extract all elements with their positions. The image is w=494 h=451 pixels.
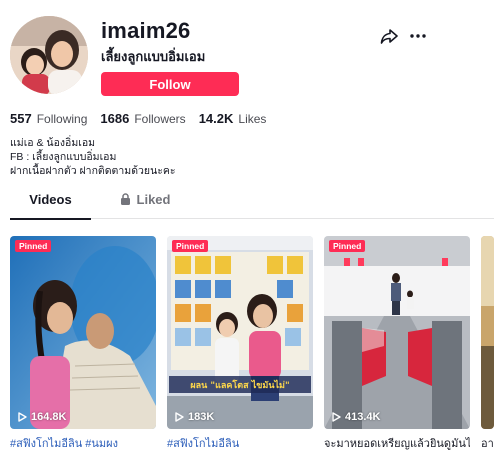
share-icon[interactable] (379, 26, 399, 46)
stat-followers[interactable]: 1686 Followers (100, 111, 185, 126)
stat-value: 14.2K (198, 111, 234, 126)
lock-icon (120, 193, 130, 205)
video-caption[interactable]: #สฟิงโกไมอีลิน (167, 434, 313, 451)
bio-line: FB : เลี้ยงลูกแบบอิ่มเอม (10, 151, 117, 163)
view-count: 183K (175, 411, 214, 423)
tab-liked[interactable]: Liked (110, 192, 180, 219)
view-count-value: 164.8K (31, 411, 67, 423)
bio-line: ฝากเนื้อฝากตัว ฝากติดตามด้วยนะคะ (10, 165, 176, 177)
profile-tabs: Videos Liked (10, 192, 494, 220)
video-caption[interactable]: #สฟิงโกไมอีลิน #นมผง (10, 434, 156, 451)
bio: แม่เอ & น้องอิ่มเอม FB : เลี้ยงลูกแบบอิ่… (10, 136, 176, 178)
pinned-badge: Pinned (172, 240, 209, 252)
play-icon (175, 412, 184, 422)
username: imaim26 (101, 18, 191, 43)
stat-label: Followers (134, 112, 186, 126)
tab-videos[interactable]: Videos (10, 192, 91, 220)
stat-value: 557 (10, 111, 32, 126)
stat-label: Likes (238, 112, 267, 126)
stat-value: 1686 (100, 111, 130, 126)
video-thumbnail[interactable] (481, 236, 494, 429)
avatar[interactable] (10, 16, 88, 94)
tab-liked-label: Liked (136, 192, 171, 207)
stat-likes: 14.2K Likes (199, 111, 267, 126)
view-count-value: 183K (188, 411, 215, 423)
video-card[interactable]: Pinned 164.8K #สฟิงโกไมอีลิน #นมผง (10, 236, 156, 451)
video-thumbnail[interactable]: Pinned 413.4K (324, 236, 470, 429)
overlay-text: ผลน "แลคโตส ไขมันไม่" (190, 379, 289, 391)
pinned-badge: Pinned (329, 240, 366, 252)
stat-label: Following (36, 112, 88, 126)
stat-following[interactable]: 557 Following (10, 111, 87, 126)
view-count: 164.8K (18, 411, 66, 423)
video-caption[interactable]: จะมาหยอดเหรียญแล้วยินดูมันไม่ (324, 434, 470, 451)
profile-stats: 557 Following 1686 Followers 14.2K Likes (10, 111, 279, 126)
follow-button[interactable]: Follow (101, 72, 239, 96)
play-icon (18, 412, 27, 422)
nickname: เลี้ยงลูกแบบอิ่มเอม (101, 49, 206, 64)
video-card[interactable]: Pinned 413.4K จะมาหยอดเหรียญแล้วยินดูมัน… (324, 236, 470, 451)
video-card[interactable]: อา (481, 236, 494, 451)
tab-videos-label: Videos (29, 192, 72, 207)
view-count-value: 413.4K (345, 411, 381, 423)
more-icon[interactable] (408, 26, 428, 46)
play-icon (332, 412, 341, 422)
view-count: 413.4K (332, 411, 380, 423)
bio-line: แม่เอ & น้องอิ่มเอม (10, 137, 96, 149)
video-thumbnail[interactable]: ผลน "แลคโตส ไขมันไม่" Pinned 183K (167, 236, 313, 429)
video-card[interactable]: ผลน "แลคโตส ไขมันไม่" Pinned 183K #สฟิงโ… (167, 236, 313, 451)
video-caption[interactable]: อา (481, 434, 494, 451)
video-thumbnail[interactable]: Pinned 164.8K (10, 236, 156, 429)
pinned-badge: Pinned (15, 240, 52, 252)
